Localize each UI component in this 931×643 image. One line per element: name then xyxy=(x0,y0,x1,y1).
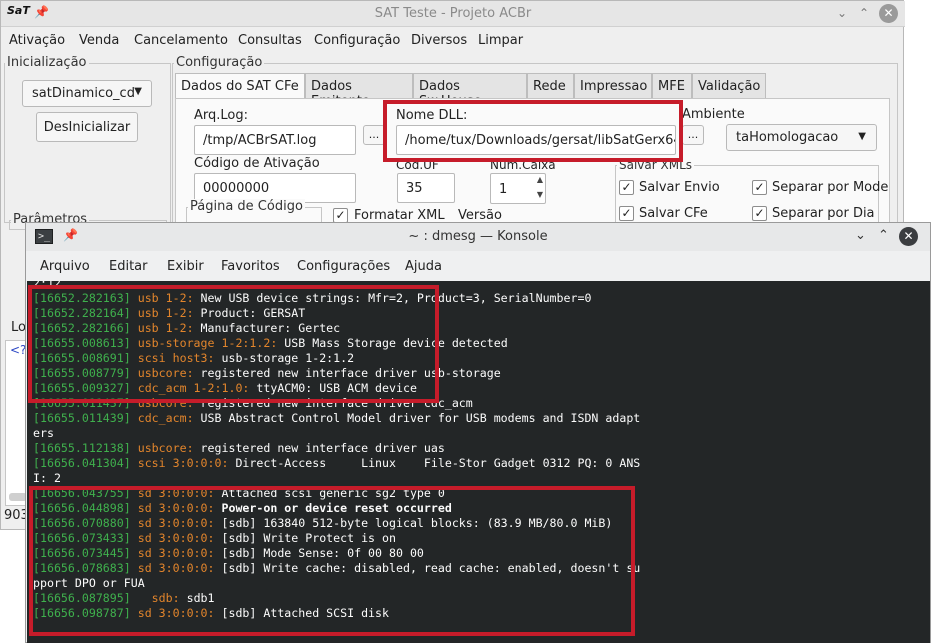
log-message: USB Abstract Control Model driver for US… xyxy=(193,411,641,425)
chevron-down-icon: ▼ xyxy=(134,86,142,97)
separar-modelo-checkbox[interactable]: ✓ xyxy=(752,180,767,195)
codigo-label: Código de Ativação xyxy=(194,156,320,171)
log-group-label: Lo xyxy=(11,320,26,335)
menu-limpar[interactable]: Limpar xyxy=(478,33,523,48)
maximize-icon[interactable]: ⌃ xyxy=(878,228,889,243)
menu-ajuda[interactable]: Ajuda xyxy=(405,259,442,274)
menu-editar[interactable]: Editar xyxy=(109,259,148,274)
ambiente-select-value: taHomologacao xyxy=(736,130,839,145)
ambiente-select[interactable]: taHomologacao ▼ xyxy=(726,124,877,151)
caixa-spinbox[interactable]: 1 ▲ ▼ xyxy=(490,173,546,204)
konsole-menubar: Arquivo Editar Exibir Favoritos Configur… xyxy=(26,253,930,279)
log-device: usbcore: xyxy=(137,441,194,455)
log-device: cdc_acm: xyxy=(137,411,194,425)
terminal-line: ers xyxy=(33,426,54,441)
init-group-label: Inicialização xyxy=(5,55,89,70)
menu-ativacao[interactable]: Ativação xyxy=(9,33,65,48)
maximize-icon[interactable]: ⌃ xyxy=(859,6,869,20)
salvar-cfe-checkbox[interactable]: ✓ xyxy=(619,206,634,221)
usb-highlight-box xyxy=(28,285,439,403)
menu-configuracao[interactable]: Configuração xyxy=(314,33,400,48)
log-device: scsi 3:0:0:0: xyxy=(137,456,229,470)
tab-impressao[interactable]: Impressao xyxy=(574,73,652,99)
menu-arquivo[interactable]: Arquivo xyxy=(40,259,90,274)
dll-browse-button[interactable]: ... xyxy=(682,125,704,145)
menu-cancelamento[interactable]: Cancelamento xyxy=(134,33,228,48)
salvar-envio-checkbox[interactable]: ✓ xyxy=(619,180,634,195)
model-select-value: satDinamico_cd xyxy=(32,86,135,101)
coduf-input[interactable]: 35 xyxy=(397,173,455,203)
caixa-value: 1 xyxy=(499,182,508,197)
scsi-highlight-box xyxy=(29,486,635,636)
separar-dia-label: Separar por Dia xyxy=(772,206,875,221)
menu-configuracoes[interactable]: Configurações xyxy=(297,259,390,274)
konsole-title: ~ : dmesg — Konsole xyxy=(408,229,548,244)
dll-highlight-box xyxy=(383,100,683,162)
konsole-titlebar: >_ 📌 ~ : dmesg — Konsole ⌄ ⌃ ✕ xyxy=(26,223,930,251)
tab-dados-sat[interactable]: Dados do SAT CFe xyxy=(175,73,305,100)
separar-dia-checkbox[interactable]: ✓ xyxy=(752,206,767,221)
tab-validacao[interactable]: Validação xyxy=(692,73,766,99)
separar-modelo-label: Separar por Mode xyxy=(772,180,889,195)
config-group-label: Configuração xyxy=(174,55,265,70)
minimize-icon[interactable]: ⌄ xyxy=(837,6,847,20)
versao-label: Versão xyxy=(458,208,502,223)
terminal-line: [16655.011439] cdc_acm: USB Abstract Con… xyxy=(33,411,640,426)
menu-consultas[interactable]: Consultas xyxy=(238,33,302,48)
menu-venda[interactable]: Venda xyxy=(79,33,119,48)
log-message: ers xyxy=(33,426,54,440)
tab-dados-swhouse[interactable]: Dados Sw.House xyxy=(413,73,527,109)
salvar-cfe-label: Salvar CFe xyxy=(639,206,708,221)
log-message: registered new interface driver uas xyxy=(193,441,445,455)
menu-exibir[interactable]: Exibir xyxy=(167,259,204,274)
minimize-icon[interactable]: ⌄ xyxy=(855,228,866,243)
tab-rede[interactable]: Rede xyxy=(527,73,574,99)
tab-dados-emitente[interactable]: Dados Emitente xyxy=(305,73,413,109)
formatar-xml-checkbox[interactable]: ✓ xyxy=(333,208,348,223)
arqlog-input[interactable]: /tmp/ACBrSAT.log xyxy=(194,125,356,155)
log-timestamp: [16655.112138] xyxy=(33,441,131,455)
model-select[interactable]: satDinamico_cd ▼ xyxy=(22,80,152,107)
tab-mfe[interactable]: MFE xyxy=(652,73,692,99)
ambiente-label: Ambiente xyxy=(682,107,745,122)
pagina-label: Página de Código xyxy=(188,199,305,214)
arqlog-browse-button[interactable]: ... xyxy=(363,125,385,145)
sat-window-title: SAT Teste - Projeto ACBr xyxy=(374,6,532,21)
terminal-line: [16655.112138] usbcore: registered new i… xyxy=(33,441,445,456)
deinit-button[interactable]: DesInicializar xyxy=(36,112,138,142)
menu-diversos[interactable]: Diversos xyxy=(411,33,467,48)
log-message: Direct-Access Linux File-Stor Gadget 031… xyxy=(228,456,641,470)
arqlog-label: Arq.Log: xyxy=(194,108,248,123)
sat-menubar: Ativação Venda Cancelamento Consultas Co… xyxy=(1,28,905,52)
terminal-line: I: 2 xyxy=(33,471,61,486)
log-content: <? xyxy=(10,343,27,357)
close-icon[interactable]: ✕ xyxy=(879,4,898,23)
log-timestamp: [16655.011439] xyxy=(33,411,131,425)
terminal-line: [16656.041304] scsi 3:0:0:0: Direct-Acce… xyxy=(33,456,640,471)
sat-titlebar: SaT 📌 SAT Teste - Projeto ACBr ⌄ ⌃ ✕ xyxy=(1,1,905,27)
log-textarea[interactable]: <? xyxy=(5,340,27,506)
spin-down-icon[interactable]: ▼ xyxy=(537,190,543,199)
log-message: I: 2 xyxy=(33,471,61,485)
spin-up-icon[interactable]: ▲ xyxy=(537,175,543,184)
close-icon[interactable]: ✕ xyxy=(899,227,918,246)
salvar-envio-label: Salvar Envio xyxy=(639,180,720,195)
log-timestamp: [16656.041304] xyxy=(33,456,131,470)
menu-favoritos[interactable]: Favoritos xyxy=(221,259,280,274)
chevron-down-icon: ▼ xyxy=(858,131,866,142)
formatar-xml-label: Formatar XML xyxy=(354,208,445,223)
